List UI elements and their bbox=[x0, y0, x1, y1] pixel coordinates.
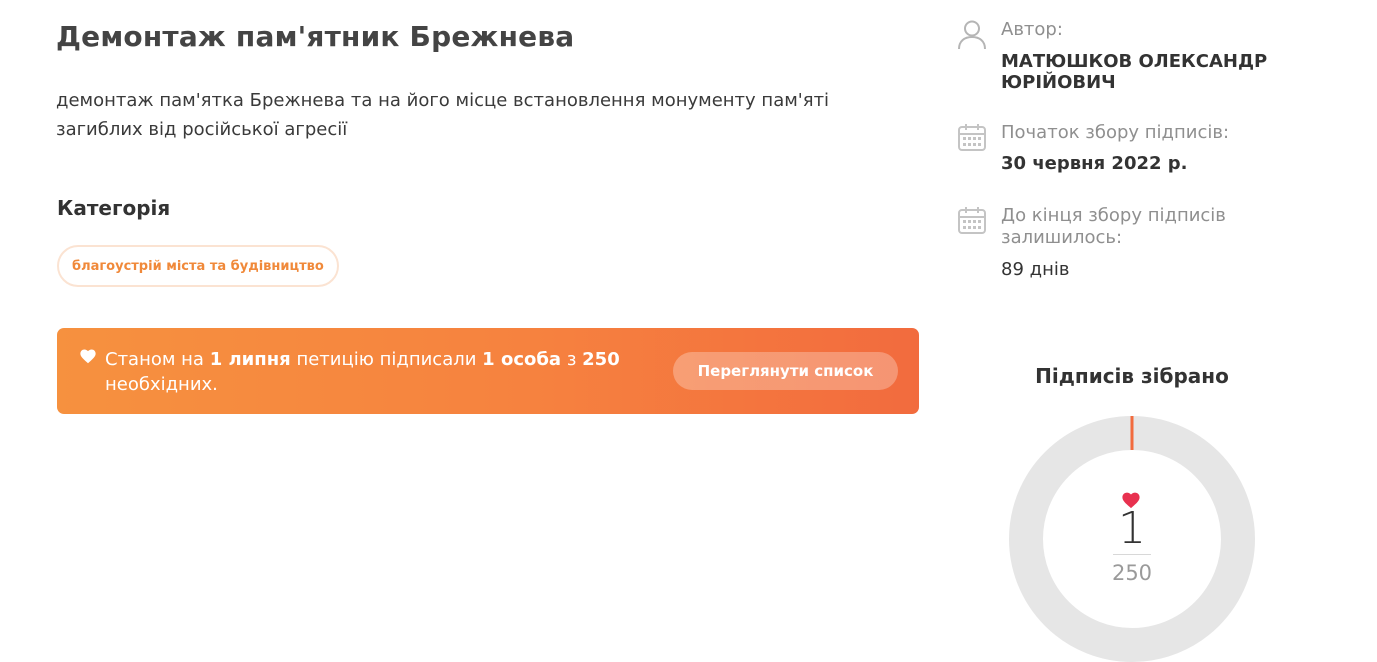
status-required-count: 250 bbox=[582, 349, 620, 370]
category-tag[interactable]: благоустрій міста та будівництво bbox=[57, 245, 339, 287]
calendar-icon bbox=[958, 207, 986, 234]
author-name: МАТЮШКОВ ОЛЕКСАНДР ЮРІЙОВИЧ bbox=[1001, 51, 1268, 93]
author-label: Автор: bbox=[1001, 19, 1063, 40]
start-date-value: 30 червня 2022 р. bbox=[1001, 153, 1188, 174]
status-signed-count: 1 особа bbox=[482, 349, 562, 370]
status-middle: петицію підписали bbox=[296, 349, 477, 370]
signature-status-text: Станом на 1 липня петицію підписали 1 ос… bbox=[105, 347, 665, 397]
heart-icon bbox=[80, 349, 96, 364]
author-info: Автор: МАТЮШКОВ ОЛЕКСАНДР ЮРІЙОВИЧ bbox=[957, 19, 1357, 99]
remaining-days-info: До кінця збору підписів залишилось: 89 д… bbox=[957, 205, 1357, 285]
petition-title: Демонтаж пам'ятник Брежнева bbox=[56, 20, 575, 53]
signatures-goal-count: 250 bbox=[1111, 561, 1153, 585]
view-signers-list-button[interactable]: Переглянути список bbox=[673, 352, 898, 390]
signature-status-banner: Станом на 1 липня петицію підписали 1 ос… bbox=[57, 328, 919, 414]
remaining-days-value: 89 днів bbox=[1001, 259, 1070, 280]
signatures-collected-heading: Підписів зібрано bbox=[1035, 364, 1229, 388]
status-suffix: необхідних. bbox=[105, 374, 218, 395]
calendar-icon bbox=[958, 124, 986, 151]
user-icon bbox=[958, 20, 986, 50]
petition-description: демонтаж пам'ятка Брежнева та на його мі… bbox=[56, 90, 830, 140]
petition-page: Демонтаж пам'ятник Брежнева демонтаж пам… bbox=[0, 0, 1377, 662]
remaining-days-label: До кінця збору підписів залишилось: bbox=[1001, 205, 1226, 248]
ring-divider bbox=[1113, 554, 1151, 555]
start-date-label: Початок збору підписів: bbox=[1001, 122, 1230, 143]
category-heading: Категорія bbox=[57, 196, 171, 220]
signatures-collected-count: 1 bbox=[1118, 503, 1146, 554]
status-date: 1 липня bbox=[209, 349, 291, 370]
start-date-info: Початок збору підписів: 30 червня 2022 р… bbox=[957, 122, 1357, 182]
status-prefix: Станом на bbox=[105, 349, 204, 370]
status-connector: з bbox=[566, 349, 577, 370]
